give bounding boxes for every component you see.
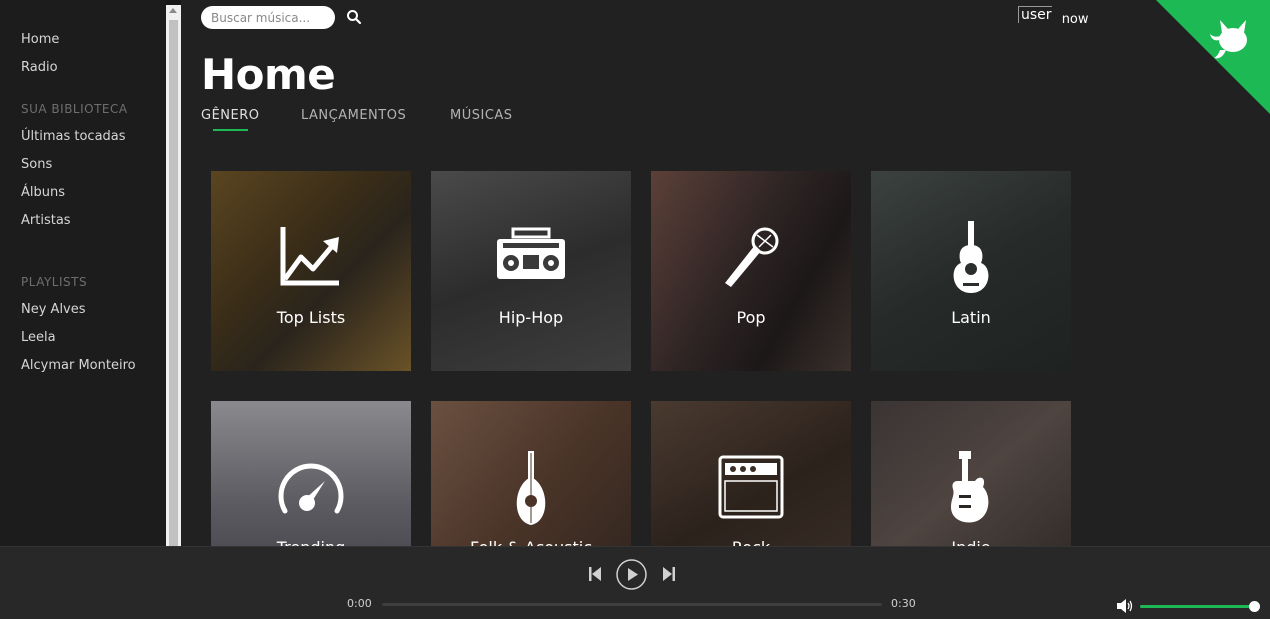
playlists-section-title: PLAYLISTS [21,275,88,289]
duration: 0:30 [891,597,916,610]
genre-label: Hip-Hop [498,308,564,327]
electric-guitar-icon [951,451,989,523]
sidebar-item-albums[interactable]: Álbuns [21,185,65,200]
user-status: now [1061,12,1089,27]
progress-bar[interactable] [382,603,882,606]
page-title: Home [201,50,336,99]
microphone-icon [725,227,779,287]
amplifier-icon [718,455,784,519]
genre-tile-pop[interactable]: Pop [651,171,851,371]
volume-knob[interactable] [1249,601,1260,612]
chart-trend-icon [280,227,339,286]
playlist-item[interactable]: Ney Alves [21,302,86,317]
genre-tile-trending[interactable]: Trending [211,401,411,546]
tab-genre[interactable]: GÊNERO [201,108,260,131]
acoustic-guitar-icon [953,221,989,293]
search-icon[interactable] [346,9,362,25]
boombox-icon [497,227,565,279]
volume-slider[interactable] [1140,601,1260,612]
genre-label: Folk & Acoustic [431,538,631,546]
genre-label: Latin [951,308,991,327]
genre-label: Trending [211,538,411,546]
genre-label: Rock [651,538,851,546]
sidebar: Home Radio SUA BIBLIOTECA Últimas tocada… [0,0,166,546]
sidebar-item-artists[interactable]: Artistas [21,213,71,228]
github-corner-icon[interactable] [1156,0,1270,114]
scroll-up-arrow-icon[interactable] [169,8,177,13]
sidebar-item-radio[interactable]: Radio [21,60,58,75]
genre-label: Indie [871,538,1071,546]
library-section-title: SUA BIBLIOTECA [21,102,128,116]
avatar[interactable]: user [1018,6,1052,23]
play-button[interactable] [616,559,647,590]
next-track-icon[interactable] [663,567,675,581]
speedometer-icon [278,463,344,514]
sidebar-item-songs[interactable]: Sons [21,157,52,172]
genre-tile-top-lists[interactable]: Top Lists [211,171,411,371]
scrollbar-thumb[interactable] [169,20,178,546]
mandolin-icon [516,451,546,525]
user-area[interactable]: user now [1018,6,1089,27]
active-tab-indicator [213,129,248,131]
sidebar-scrollbar[interactable] [166,5,181,546]
previous-track-icon[interactable] [589,567,601,581]
sidebar-item-home[interactable]: Home [21,32,59,47]
current-time: 0:00 [347,597,372,610]
genre-label: Top Lists [276,308,346,327]
genre-tile-indie[interactable]: Indie [871,401,1071,546]
playlist-item[interactable]: Alcymar Monteiro [21,358,136,373]
search-input[interactable] [201,6,335,29]
genre-tile-folk-acoustic[interactable]: Folk & Acoustic [431,401,631,546]
playlist-item[interactable]: Leela [21,330,56,345]
volume-icon[interactable] [1117,599,1133,613]
volume-fill [1140,605,1254,608]
main-content: user now Home GÊNERO LANÇAMENTOS MÚSICAS… [181,0,1270,546]
genre-tile-hip-hop[interactable]: Hip-Hop [431,171,631,371]
tab-releases[interactable]: LANÇAMENTOS [301,108,406,123]
genre-label: Pop [736,308,766,327]
player-bar: 0:00 0:30 [0,546,1270,619]
tab-songs[interactable]: MÚSICAS [450,108,513,123]
genre-tile-latin[interactable]: Latin [871,171,1071,371]
tab-label: GÊNERO [201,108,260,123]
sidebar-item-recent[interactable]: Últimas tocadas [21,129,126,144]
genre-tile-rock[interactable]: Rock [651,401,851,546]
